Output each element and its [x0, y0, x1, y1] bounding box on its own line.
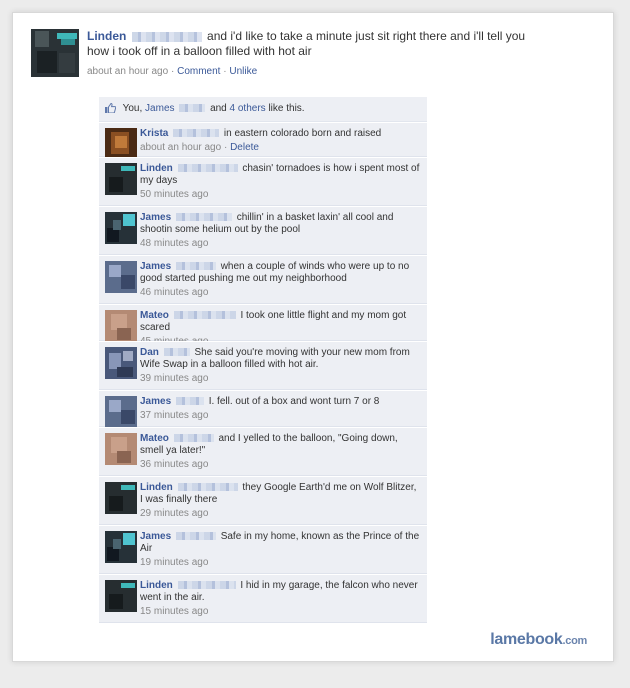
comment-text: I. fell. out of a box and wont turn 7 or…	[208, 396, 380, 407]
story-card: Linden and i'd like to take a minute jus…	[12, 12, 614, 662]
redacted-surname	[177, 581, 236, 590]
comment-body: Mateo and I yelled to the balloon, "Goin…	[140, 433, 421, 471]
comment-timestamp: 36 minutes ago	[140, 459, 209, 470]
post-author-name[interactable]: Linden	[87, 29, 126, 43]
redacted-surname	[175, 532, 216, 541]
commenter-avatar[interactable]	[105, 261, 137, 293]
thumbs-up-icon	[105, 103, 116, 114]
comment-item: Linden they Google Earth'd me on Wolf Bl…	[99, 476, 427, 525]
commenter-avatar[interactable]	[105, 433, 137, 465]
comment-list: Krista in eastern colorado born and rais…	[99, 122, 427, 623]
post-content: Linden and i'd like to take a minute jus…	[87, 29, 527, 79]
commenter-avatar[interactable]	[105, 580, 137, 612]
comment-timestamp: about an hour ago · Delete	[140, 142, 259, 153]
commenter-name[interactable]: Mateo	[140, 433, 169, 444]
post-timestamp: about an hour ago	[87, 66, 169, 77]
comment-item: James Safe in my home, known as the Prin…	[99, 525, 427, 574]
comment-item: Krista in eastern colorado born and rais…	[99, 122, 427, 160]
redacted-surname	[175, 262, 216, 271]
commenter-name[interactable]: Linden	[140, 163, 173, 174]
comment-timestamp: 15 minutes ago	[140, 606, 209, 617]
redacted-surname	[173, 129, 220, 138]
liker-name[interactable]: James	[145, 103, 174, 114]
comment-body: Linden I hid in my garage, the falcon wh…	[140, 580, 421, 618]
commenter-avatar[interactable]	[105, 163, 137, 195]
comment-timestamp: 39 minutes ago	[140, 373, 209, 384]
comment-item: Dan She said you're moving with your new…	[99, 341, 427, 390]
comment-thread: You, James and 4 others like this. Krist…	[99, 97, 427, 623]
post-meta: about an hour ago · Comment · Unlike	[87, 66, 258, 77]
redacted-surname	[175, 213, 232, 222]
commenter-name[interactable]: Krista	[140, 128, 168, 139]
likes-summary: You, James and 4 others like this.	[99, 97, 427, 122]
redacted-surname	[131, 31, 202, 42]
delete-link[interactable]: Delete	[230, 142, 259, 153]
comment-item: Linden I hid in my garage, the falcon wh…	[99, 574, 427, 623]
comment-timestamp: 29 minutes ago	[140, 508, 209, 519]
comment-timestamp: 50 minutes ago	[140, 189, 209, 200]
comment-timestamp: 37 minutes ago	[140, 410, 209, 421]
comment-link[interactable]: Comment	[177, 66, 220, 77]
comment-item: Linden chasin' tornadoes is how i spent …	[99, 157, 427, 206]
comment-body: Linden chasin' tornadoes is how i spent …	[140, 163, 421, 201]
others-link[interactable]: 4 others	[230, 103, 266, 114]
comment-text: in eastern colorado born and raised	[223, 128, 382, 139]
comment-item: James when a couple of winds who were up…	[99, 255, 427, 304]
redacted-surname	[175, 397, 204, 406]
commenter-name[interactable]: James	[140, 531, 171, 542]
commenter-name[interactable]: Linden	[140, 482, 173, 493]
comment-body: James chillin' in a basket laxin' all co…	[140, 212, 421, 250]
commenter-avatar[interactable]	[105, 347, 137, 379]
comment-item: James chillin' in a basket laxin' all co…	[99, 206, 427, 255]
comment-item: James I. fell. out of a box and wont tur…	[99, 390, 427, 428]
commenter-avatar[interactable]	[105, 482, 137, 514]
redacted-surname	[173, 434, 214, 443]
redacted-surname	[177, 164, 238, 173]
commenter-name[interactable]: Mateo	[140, 310, 169, 321]
commenter-name[interactable]: Dan	[140, 347, 159, 358]
commenter-name[interactable]: James	[140, 212, 171, 223]
comment-body: James I. fell. out of a box and wont tur…	[140, 396, 421, 422]
comment-body: Krista in eastern colorado born and rais…	[140, 128, 421, 154]
comment-timestamp: 19 minutes ago	[140, 557, 209, 568]
commenter-name[interactable]: James	[140, 396, 171, 407]
commenter-avatar[interactable]	[105, 128, 137, 160]
redacted-surname	[173, 311, 236, 320]
comment-item: Mateo and I yelled to the balloon, "Goin…	[99, 427, 427, 476]
comment-timestamp: 46 minutes ago	[140, 287, 209, 298]
comment-body: James when a couple of winds who were up…	[140, 261, 421, 299]
lamebook-watermark: lamebook.com	[490, 631, 587, 648]
commenter-avatar[interactable]	[105, 310, 137, 342]
commenter-avatar[interactable]	[105, 531, 137, 563]
comment-timestamp: 48 minutes ago	[140, 238, 209, 249]
comment-body: James Safe in my home, known as the Prin…	[140, 531, 421, 569]
redacted-surname	[177, 483, 238, 492]
author-avatar[interactable]	[31, 29, 79, 77]
redacted-surname	[163, 348, 190, 357]
commenter-name[interactable]: James	[140, 261, 171, 272]
comment-item: Mateo I took one little flight and my mo…	[99, 304, 427, 347]
comment-body: Linden they Google Earth'd me on Wolf Bl…	[140, 482, 421, 520]
commenter-avatar[interactable]	[105, 212, 137, 244]
commenter-avatar[interactable]	[105, 396, 137, 428]
unlike-link[interactable]: Unlike	[229, 66, 257, 77]
comment-body: Dan She said you're moving with your new…	[140, 347, 421, 385]
commenter-name[interactable]: Linden	[140, 580, 173, 591]
